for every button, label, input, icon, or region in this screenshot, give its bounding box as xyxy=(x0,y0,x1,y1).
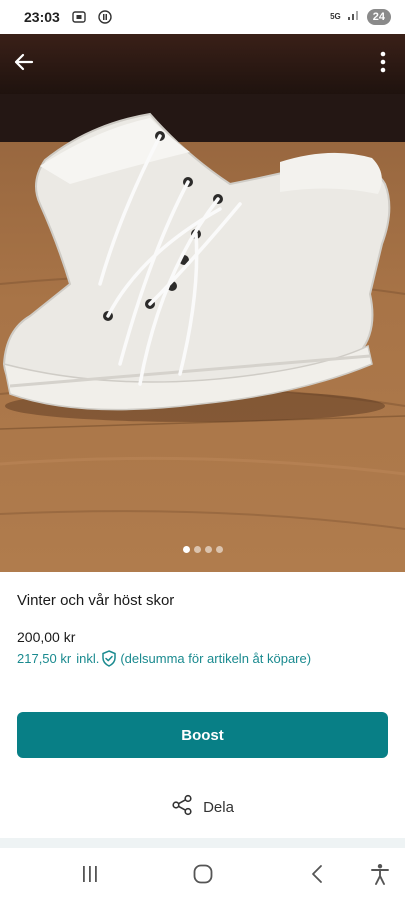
total-price: 217,50 kr xyxy=(17,651,72,666)
product-title: Vinter och vår höst skor xyxy=(17,592,175,609)
gallery-dot[interactable] xyxy=(204,546,212,553)
status-bar: 23:03 5G 24 xyxy=(0,0,405,34)
network-type: 5G xyxy=(330,12,341,21)
recents-icon[interactable] xyxy=(80,862,100,886)
status-time: 23:03 xyxy=(24,9,60,25)
section-divider xyxy=(0,838,405,848)
total-note: (delsumma för artikeln åt köpare) xyxy=(120,651,312,666)
system-nav-bar xyxy=(0,848,405,900)
home-icon[interactable] xyxy=(192,862,214,886)
more-options-button[interactable] xyxy=(375,48,391,76)
more-vertical-icon xyxy=(380,51,386,73)
arrow-left-icon xyxy=(14,53,34,71)
product-image-gallery[interactable] xyxy=(0,34,405,572)
share-icon xyxy=(171,794,193,821)
shield-check-icon xyxy=(101,650,117,667)
gallery-pagination xyxy=(0,546,405,553)
gallery-dot[interactable] xyxy=(193,546,201,553)
boost-button[interactable]: Boost xyxy=(17,712,388,758)
back-icon[interactable] xyxy=(309,862,325,886)
back-button[interactable] xyxy=(10,48,38,76)
total-incl-label: inkl. xyxy=(76,651,100,666)
battery-badge: 24 xyxy=(366,9,391,25)
product-price: 200,00 kr xyxy=(17,629,76,645)
product-photo xyxy=(0,34,405,572)
gallery-dot[interactable] xyxy=(215,546,223,553)
accessibility-icon[interactable] xyxy=(370,862,390,886)
buyer-total-info[interactable]: 217,50 kr inkl. (delsumma för artikeln å… xyxy=(17,650,311,667)
notification-icon xyxy=(98,10,112,24)
screenshot-icon xyxy=(72,11,86,23)
signal-icon xyxy=(347,8,361,26)
gallery-dot[interactable] xyxy=(182,546,190,553)
share-button[interactable]: Dela xyxy=(0,794,405,820)
share-label: Dela xyxy=(203,798,234,816)
